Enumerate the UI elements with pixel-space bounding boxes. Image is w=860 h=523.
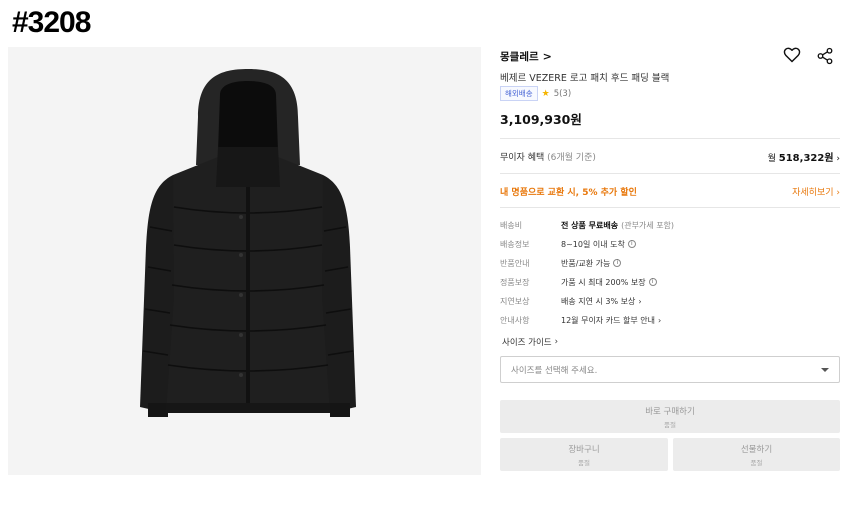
spec-value: 8~10일 이내 도착 (561, 239, 625, 249)
spec-key: 정품보장 (500, 277, 530, 287)
spec-key: 배송비 (500, 220, 523, 230)
divider (500, 173, 840, 174)
promo-detail-link[interactable]: 자세히보기 › (792, 185, 840, 198)
spec-value-group: 12월 무이자 카드 할부 안내 › (561, 315, 661, 326)
caret-down-icon (821, 367, 829, 372)
installment-benefit-row[interactable]: 무이자 혜택 (6개월 기준) 월 518,322원 › (500, 148, 840, 164)
add-to-cart-button[interactable]: 장바구니 품절 (500, 438, 668, 471)
heart-icon[interactable] (783, 47, 801, 63)
spec-value: 전 상품 무료배송 (561, 220, 619, 230)
benefit-label: 무이자 혜택 (500, 152, 545, 163)
chevron-right-icon: › (836, 187, 840, 198)
sold-out-label: 품절 (578, 458, 590, 467)
size-guide-link[interactable]: 사이즈 가이드 › (502, 336, 558, 348)
spec-value-group: 반품/교환 가능 i (561, 258, 622, 269)
benefit-label-group: 무이자 혜택 (6개월 기준) (500, 150, 596, 163)
overseas-shipping-badge: 해외배송 (500, 86, 538, 101)
sold-out-label: 품절 (750, 458, 763, 467)
cart-label: 장바구니 (568, 444, 600, 455)
spec-row-notice[interactable]: 안내사항 12월 무이자 카드 할부 안내 › (500, 313, 840, 327)
benefit-prefix: 월 (767, 153, 776, 164)
chevron-right-icon: > (542, 50, 552, 63)
size-select-placeholder: 사이즈를 선택해 주세요. (511, 365, 598, 376)
product-title: 베제르 VEZERE 로고 패치 후드 패딩 블랙 (500, 73, 670, 84)
buy-now-label: 바로 구매하기 (645, 406, 695, 417)
spec-value: 배송 지연 시 3% 보상 (561, 296, 636, 306)
spec-row-delivery: 배송정보 8~10일 이내 도착 i (500, 237, 840, 251)
share-icon[interactable] (816, 47, 834, 65)
spec-value-group: 전 상품 무료배송 (관부가세 포함) (561, 220, 674, 231)
info-icon[interactable]: i (627, 240, 636, 248)
promo-text: 내 명품으로 교환 시, 5% 추가 할인 (500, 187, 637, 198)
promo-link-label: 자세히보기 (792, 187, 834, 198)
chevron-right-icon: › (554, 337, 559, 347)
spec-row-delay-compensation[interactable]: 지연보상 배송 지연 시 3% 보상 › (500, 294, 840, 308)
info-icon[interactable]: i (613, 259, 622, 267)
spec-value: 반품/교환 가능 (561, 258, 611, 268)
brand-link[interactable]: 몽클레르 > (500, 49, 552, 64)
spec-value: 12월 무이자 카드 할부 안내 (561, 315, 655, 325)
spec-row-shipping-fee: 배송비 전 상품 무료배송 (관부가세 포함) (500, 218, 840, 232)
size-guide-label: 사이즈 가이드 (502, 338, 552, 348)
buy-now-button[interactable]: 바로 구매하기 품절 (500, 400, 840, 433)
spec-value-group: 8~10일 이내 도착 i (561, 239, 636, 250)
benefit-period: (6개월 기준) (547, 152, 596, 163)
info-icon[interactable]: i (648, 278, 657, 286)
size-select[interactable]: 사이즈를 선택해 주세요. (500, 356, 840, 383)
spec-value: 가품 시 최대 200% 보장 (561, 277, 646, 287)
spec-row-return: 반품안내 반품/교환 가능 i (500, 256, 840, 270)
gift-label: 선물하기 (740, 444, 773, 455)
trade-in-promo-row[interactable]: 내 명품으로 교환 시, 5% 추가 할인 자세히보기 › (500, 183, 840, 199)
divider (500, 207, 840, 208)
product-price: 3,109,930원 (500, 112, 582, 127)
badge-row: 해외배송 ★ 5(3) (500, 86, 571, 101)
chevron-right-icon: › (638, 296, 642, 306)
spec-value-group: 배송 지연 시 3% 보상 › (561, 296, 642, 307)
brand-name: 몽클레르 (500, 51, 539, 63)
benefit-amount: 518,322원 (778, 152, 834, 164)
sold-out-label: 품절 (664, 420, 676, 429)
benefit-amount-group: 월 518,322원 › (768, 149, 840, 164)
spec-key: 지연보상 (500, 296, 530, 306)
divider (500, 138, 840, 139)
spec-row-authenticity: 정품보장 가품 시 최대 200% 보장 i (500, 275, 840, 289)
star-icon: ★ (541, 88, 550, 99)
spec-value-group: 가품 시 최대 200% 보장 i (561, 277, 657, 288)
spec-note: (관부가세 포함) (621, 220, 675, 230)
chevron-right-icon: › (657, 315, 662, 325)
gift-button[interactable]: 선물하기 품절 (673, 438, 840, 471)
spec-key: 반품안내 (500, 258, 530, 268)
puffer-jacket-illustration (140, 69, 356, 417)
listing-number: #3208 (12, 6, 91, 39)
product-image[interactable] (8, 47, 481, 475)
rating-value[interactable]: 5(3) (554, 89, 571, 99)
chevron-right-icon: › (836, 153, 840, 164)
spec-key: 배송정보 (500, 239, 530, 249)
spec-key: 안내사항 (500, 315, 530, 325)
